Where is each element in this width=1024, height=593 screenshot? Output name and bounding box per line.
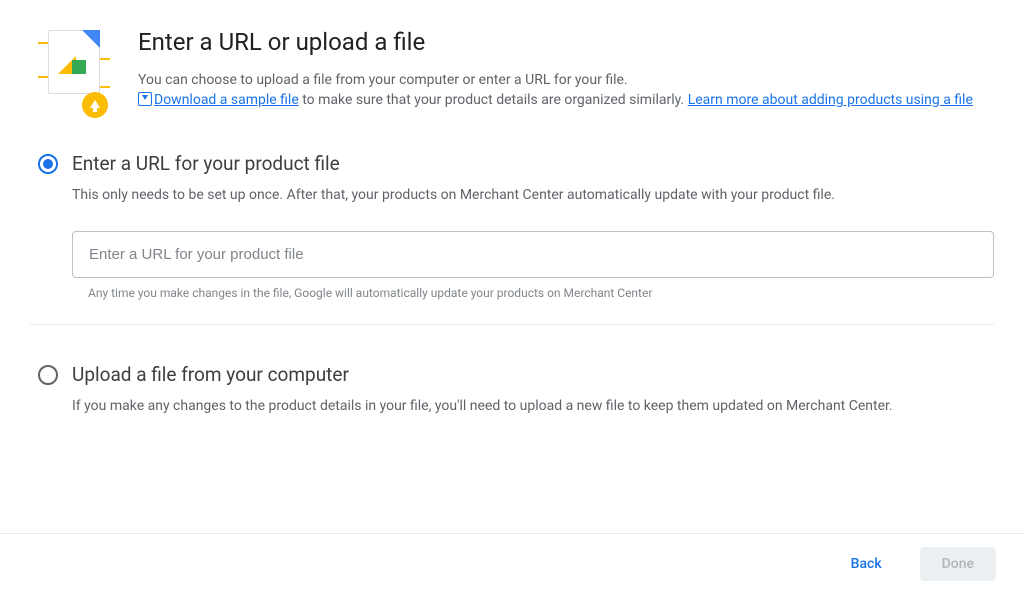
back-button[interactable]: Back	[829, 547, 904, 581]
option-url-block: Enter a URL for your product file This o…	[38, 134, 994, 324]
download-icon	[138, 92, 152, 106]
footer: Back Done	[0, 533, 1024, 593]
option-upload-desc: If you make any changes to the product d…	[72, 396, 994, 416]
radio-upload[interactable]	[38, 365, 58, 385]
option-url-desc: This only needs to be set up once. After…	[72, 185, 994, 205]
intro-line-1: You can choose to upload a file from you…	[138, 72, 628, 88]
learn-more-link[interactable]: Learn more about adding products using a…	[688, 92, 973, 108]
radio-url[interactable]	[38, 154, 58, 174]
option-url-header[interactable]: Enter a URL for your product file	[38, 152, 994, 175]
done-button[interactable]: Done	[920, 547, 996, 581]
intro-text: You can choose to upload a file from you…	[138, 70, 973, 110]
intro-mid: to make sure that your product details a…	[299, 92, 688, 108]
option-upload-header[interactable]: Upload a file from your computer	[38, 363, 994, 386]
url-input[interactable]	[72, 231, 994, 278]
options-container: Enter a URL for your product file This o…	[0, 114, 1024, 324]
options-container-2: Upload a file from your computer If you …	[0, 325, 1024, 440]
file-upload-icon	[40, 28, 110, 114]
option-url-title: Enter a URL for your product file	[72, 152, 340, 175]
header: Enter a URL or upload a file You can cho…	[0, 0, 1024, 114]
url-input-hint: Any time you make changes in the file, G…	[88, 286, 994, 300]
page-title: Enter a URL or upload a file	[138, 28, 973, 56]
option-upload-title: Upload a file from your computer	[72, 363, 349, 386]
option-upload-block: Upload a file from your computer If you …	[38, 345, 994, 440]
download-sample-link[interactable]: Download a sample file	[154, 92, 299, 108]
